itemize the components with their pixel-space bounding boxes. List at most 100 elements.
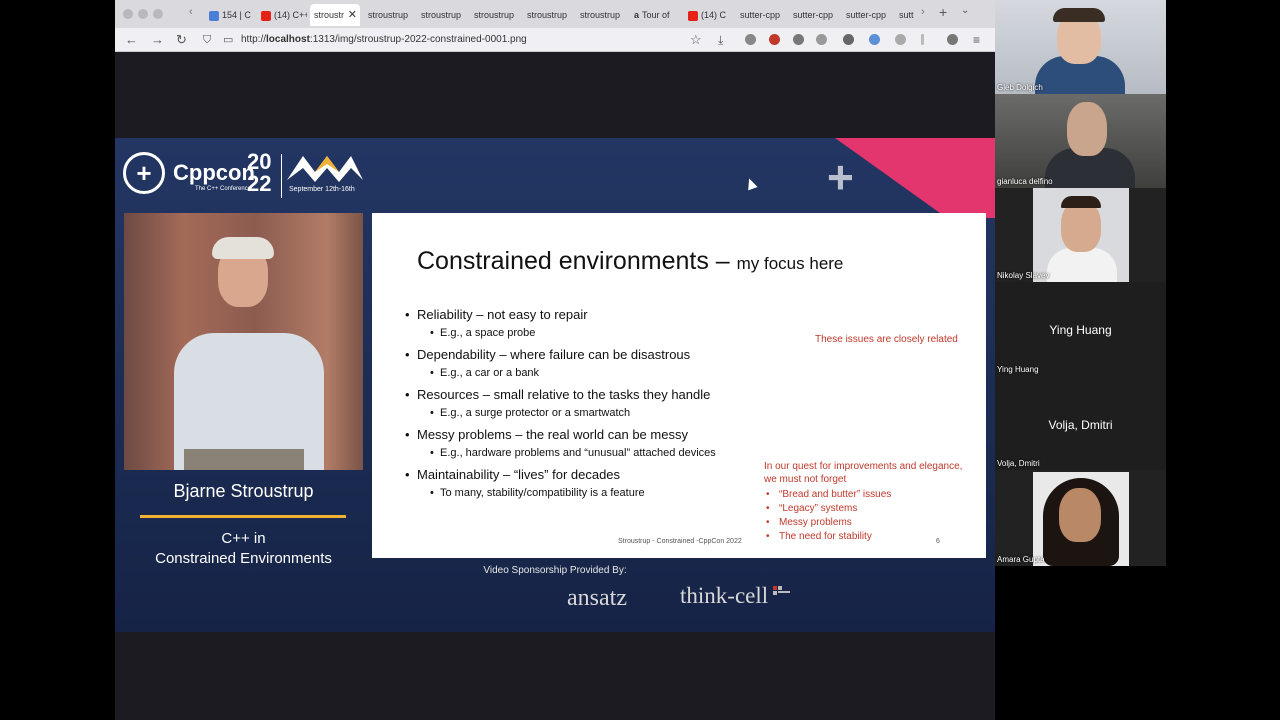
mountains-logo-icon <box>287 156 363 182</box>
participants-panel: Gleb Dolgich gianluca delfino Nikolay Sl… <box>995 0 1166 566</box>
quest-item: “Legacy” systems <box>766 503 857 514</box>
quest-item: Messy problems <box>766 517 852 528</box>
participant-placeholder-name: Volja, Dmitri <box>1048 418 1113 432</box>
bookmark-star-icon[interactable]: ☆ <box>690 32 702 48</box>
talk-title: C++ in Constrained Environments <box>155 530 332 567</box>
menu-icon[interactable]: ≡ <box>973 32 980 48</box>
tab-10[interactable]: (14) C <box>684 4 734 26</box>
page-icon <box>209 10 219 21</box>
participant-name: gianluca delfino <box>997 177 1053 186</box>
bullet-messy-problems: Messy problems – the real world can be m… <box>405 427 688 442</box>
sponsor-think-cell-logo: think-cell <box>680 583 769 608</box>
speaker-video <box>124 213 363 470</box>
extension-icon[interactable] <box>843 34 854 45</box>
sub-bullet: To many, stability/compatibility is a fe… <box>430 487 645 499</box>
tab-2[interactable]: (14) C++ <box>257 4 307 26</box>
translate-icon[interactable] <box>895 34 906 45</box>
participant-placeholder-name: Ying Huang <box>1049 323 1112 337</box>
sponsor-ansatz-logo: ansatz <box>567 585 627 611</box>
bullet-maintainability: Maintainability – “lives” for decades <box>405 467 620 482</box>
page-icon: ▭ <box>223 34 234 46</box>
extension-icon[interactable] <box>947 34 958 45</box>
close-window-button[interactable] <box>123 9 133 19</box>
extension-icon[interactable] <box>921 34 924 45</box>
tab-7[interactable]: stroustrup <box>523 4 573 26</box>
slide: Constrained environments – my focus here… <box>372 213 986 558</box>
cppcon-logo-icon: + <box>123 152 165 194</box>
tab-active[interactable]: stroustr ✕ <box>310 4 360 26</box>
participant-tile[interactable]: Ying Huang Ying Huang <box>995 282 1166 376</box>
logo-divider <box>281 154 282 198</box>
quest-item: The need for stability <box>766 531 872 542</box>
tab-1[interactable]: 154 | C <box>205 4 255 26</box>
participant-name: Volja, Dmitri <box>997 459 1040 468</box>
tab-list-chevron-down-icon[interactable]: ⌄ <box>961 5 969 16</box>
participant-tile[interactable]: gianluca delfino <box>995 94 1166 188</box>
ublock-icon[interactable] <box>769 34 780 45</box>
conference-name: Cppcon <box>173 160 255 185</box>
speaker-name: Bjarne Stroustrup <box>173 481 314 501</box>
tab-4[interactable]: stroustrup <box>364 4 414 26</box>
related-note: These issues are closely related <box>815 334 958 345</box>
extension-icon[interactable] <box>816 34 827 45</box>
tab-12[interactable]: sutter-cpp <box>789 4 839 26</box>
youtube-icon <box>688 10 698 21</box>
headphones-icon <box>1053 8 1105 22</box>
presentation-image: + + Cppcon The C++ Conference 20 22 Septe… <box>115 138 995 632</box>
shield-icon[interactable]: ⛉ <box>203 32 211 48</box>
sub-bullet: E.g., hardware problems and “unusual” at… <box>430 447 716 459</box>
youtube-icon <box>261 10 271 21</box>
participant-face <box>1059 488 1101 542</box>
tab-scroll-right-icon[interactable]: › <box>921 6 925 18</box>
sub-bullet: E.g., a car or a bank <box>430 367 539 379</box>
participant-tile[interactable]: Gleb Dolgich <box>995 0 1166 94</box>
tab-6[interactable]: stroustrup <box>470 4 520 26</box>
participant-tile[interactable]: Volja, Dmitri Volja, Dmitri <box>995 376 1166 470</box>
participant-name: Amara Gupta <box>997 555 1045 564</box>
tab-8[interactable]: stroustrup <box>576 4 626 26</box>
download-icon[interactable]: ⤓ <box>718 32 723 48</box>
extension-icon[interactable] <box>745 34 756 45</box>
conference-tagline: The C++ Conference <box>195 186 252 192</box>
quest-item: “Bread and butter” issues <box>766 489 891 500</box>
reload-icon[interactable]: ↻ <box>176 32 187 48</box>
participant-tile[interactable]: Nikolay Slavev <box>995 188 1166 282</box>
slide-page-number: 6 <box>936 538 940 545</box>
conference-dates: September 12th-16th <box>289 186 355 193</box>
extension-icon[interactable] <box>869 34 880 45</box>
url-bar[interactable]: http://localhost:1313/img/stroustrup-202… <box>241 33 527 47</box>
tab-scroll-left-icon[interactable]: ‹ <box>189 6 193 18</box>
maximize-window-button[interactable] <box>153 9 163 19</box>
participant-name: Gleb Dolgich <box>997 83 1043 92</box>
sponsor-heading: Video Sponsorship Provided By: <box>483 565 627 576</box>
browser-window: ‹ 154 | C (14) C++ stroustr ✕ stroustrup … <box>115 0 995 720</box>
new-tab-icon[interactable]: + <box>939 4 947 20</box>
slide-title: Constrained environments – my focus here <box>417 247 844 275</box>
navigation-bar: ← → ↻ ⛉ ▭ http://localhost:1313/img/stro… <box>115 28 995 52</box>
tab-13[interactable]: sutter-cpp <box>842 4 892 26</box>
tab-5[interactable]: stroustrup <box>417 4 467 26</box>
pink-corner-decoration <box>835 138 995 218</box>
participant-name: Ying Huang <box>997 365 1039 374</box>
conference-year: 20 22 <box>247 149 272 196</box>
forward-icon[interactable]: → <box>151 32 164 48</box>
crop-icon[interactable] <box>793 34 804 45</box>
sub-bullet: E.g., a space probe <box>430 327 535 339</box>
participant-tile[interactable]: Amara Gupta <box>995 472 1166 566</box>
participant-shirt <box>1047 248 1117 282</box>
speaker-trousers <box>184 449 304 470</box>
minimize-window-button[interactable] <box>138 9 148 19</box>
participant-face <box>1067 102 1107 156</box>
tab-bar: ‹ 154 | C (14) C++ stroustr ✕ stroustrup … <box>115 0 995 28</box>
tab-11[interactable]: sutter-cpp <box>736 4 786 26</box>
sub-bullet: E.g., a surge protector or a smartwatch <box>430 407 630 419</box>
tab-14[interactable]: sutt <box>895 4 917 26</box>
tab-9[interactable]: a Tour of <box>630 4 680 26</box>
close-tab-icon[interactable]: ✕ <box>348 4 357 26</box>
bullet-reliability: Reliability – not easy to repair <box>405 307 587 322</box>
amazon-icon: a <box>634 10 640 20</box>
participant-hair <box>1061 196 1101 208</box>
back-icon[interactable]: ← <box>125 32 138 48</box>
speaker-hair <box>212 237 274 259</box>
think-cell-mark-icon <box>773 586 790 595</box>
